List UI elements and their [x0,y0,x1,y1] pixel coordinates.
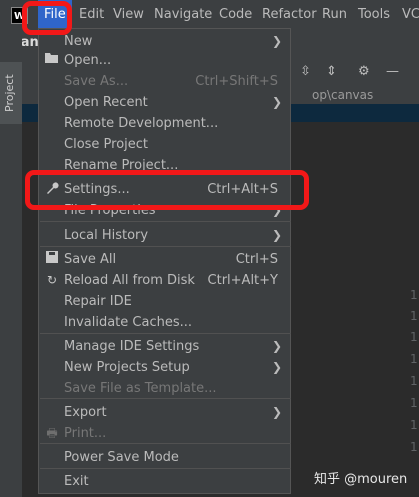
print-icon: 🖶 [46,426,58,440]
expand-all-icon[interactable]: ⇳ [300,64,311,79]
menu-separator [40,398,291,399]
chevron-right-icon: ❯ [271,228,282,242]
line-number: 1 [410,418,418,432]
line-number: 1 [410,288,418,302]
menu-item-power-save-mode[interactable]: Power Save Mode [39,447,290,468]
project-path: op\canvas [312,88,374,102]
chevron-right-icon: ❯ [271,95,282,109]
menu-navigate[interactable]: Navigate [154,0,212,30]
menu-refactor[interactable]: Refactor [262,0,317,30]
chevron-right-icon: ❯ [271,34,282,48]
menu-separator [40,333,291,334]
menu-item-local-history[interactable]: Local History ❯ [39,225,290,246]
menu-item-manage-ide-settings[interactable]: Manage IDE Settings ❯ [39,336,290,357]
line-number: 1 [410,374,418,388]
chevron-right-icon: ❯ [271,339,282,353]
menu-tools[interactable]: Tools [358,0,390,30]
line-number: 1 [410,352,418,366]
reload-icon: ↻ [46,273,58,287]
line-number: 1 [410,330,418,344]
menu-item-repair-ide[interactable]: Repair IDE [39,291,290,312]
menu-separator [40,246,291,247]
menu-item-invalidate-caches[interactable]: Invalidate Caches... [39,312,290,333]
menu-item-reload-all[interactable]: ↻ Reload All from Disk Ctrl+Alt+Y [39,270,290,291]
line-number: 1 [410,440,418,454]
menu-run[interactable]: Run [322,0,347,30]
menu-item-exit[interactable]: Exit [39,471,290,492]
watermark: 知乎 @mouren [314,472,408,487]
menu-item-open-recent[interactable]: Open Recent ❯ [39,92,290,113]
chevron-right-icon: ❯ [271,360,282,374]
menu-item-new[interactable]: New ❯ [39,31,290,52]
menu-vcs[interactable]: VC [402,0,419,30]
menu-item-export[interactable]: Export ❯ [39,402,290,423]
menu-item-new-projects-setup[interactable]: New Projects Setup ❯ [39,357,290,378]
collapse-all-icon[interactable]: ⇕ [326,64,337,79]
menu-edit[interactable]: Edit [79,0,104,30]
line-number: 1 [410,309,418,323]
menu-item-save-file-as-template[interactable]: Save File as Template... [39,378,290,399]
highlight-settings [25,170,309,210]
menu-item-open[interactable]: Open... [39,50,290,71]
menu-item-close-project[interactable]: Close Project [39,134,290,155]
menu-item-print[interactable]: 🖶 Print... [39,423,290,444]
chevron-right-icon: ❯ [271,405,282,419]
menu-item-remote-development[interactable]: Remote Development... [39,113,290,134]
menu-view[interactable]: View [113,0,144,30]
save-icon [45,251,59,267]
menu-separator [40,221,291,222]
highlight-file-menu [22,1,72,35]
line-number: 1 [410,396,418,410]
minimize-icon[interactable]: — [386,64,399,79]
menu-item-save-as[interactable]: Save As... Ctrl+Shift+S [39,71,290,92]
file-menu-dropdown: New ❯ Open... Save As... Ctrl+Shift+S Op… [38,28,291,494]
folder-open-icon [45,52,59,68]
menu-separator [40,468,291,469]
menu-separator [40,443,291,444]
project-tab-label: Project [3,74,16,112]
gear-icon[interactable]: ⚙ [358,64,370,79]
menu-code[interactable]: Code [219,0,252,30]
menu-item-save-all[interactable]: Save All Ctrl+S [39,249,290,270]
